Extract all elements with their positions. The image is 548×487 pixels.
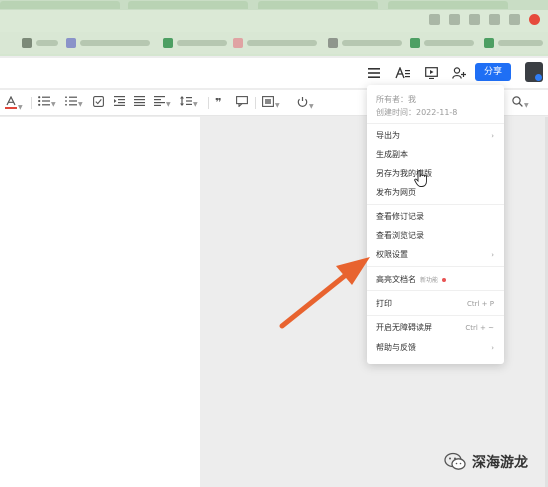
menu-item-label: 开启无障碍读屏 [376,323,432,332]
bookmark-icon[interactable] [22,38,32,48]
menu-divider [367,123,504,124]
address-bar-icons [429,14,540,25]
browser-tab[interactable] [258,1,378,9]
profile-icon[interactable] [529,14,540,25]
menu-item-label: 查看修订记录 [376,212,424,221]
menu-item-help-feedback[interactable]: 帮助与反馈 › [376,341,498,355]
menu-item-label: 高亮文档名 [376,275,416,284]
bookmark-icon[interactable] [233,38,243,48]
avatar[interactable] [525,62,543,82]
menu-item-publish-web[interactable]: 发布为网页 [376,186,498,200]
menu-item-print[interactable]: 打印 Ctrl + P [376,297,498,311]
menu-item-permissions[interactable]: 权限设置 › [376,248,498,262]
font-color-icon[interactable]: ▼ [5,95,23,112]
menu-icon[interactable] [365,64,383,82]
browser-tab[interactable] [388,1,508,9]
watermark: 深海游龙 [444,450,528,474]
menu-item-label: 导出为 [376,131,400,140]
owner-info: 所有者：我 [376,95,416,104]
toolbar-divider [208,97,209,109]
browser-tab[interactable] [128,1,248,9]
toolbar-divider [31,97,32,109]
menu-item-label: 打印 [376,299,392,308]
bookmark-item[interactable] [342,40,402,46]
line-spacing-icon[interactable]: ▼ [180,96,198,109]
toolbar-divider [255,97,256,109]
extension-icon[interactable] [509,14,520,25]
extension-icon[interactable] [449,14,460,25]
bookmark-icon[interactable] [484,38,494,48]
align-icon[interactable] [134,96,145,109]
document-more-menu: 所有者：我 创建时间：2022-11-8 导出为 › 生成副本 另存为我的模版 … [367,85,504,364]
search-icon[interactable]: ▼ [512,96,529,110]
chevron-right-icon: › [491,251,494,259]
add-user-icon[interactable] [450,64,468,82]
shortcut-hint: Ctrl + ~ [465,324,494,332]
wechat-icon [444,452,466,470]
insert-image-icon[interactable]: ▼ [262,96,280,110]
hand-cursor-icon [414,170,427,187]
bookmark-item[interactable] [424,40,474,46]
extension-icon[interactable] [489,14,500,25]
bookmark-item[interactable] [80,40,150,46]
browser-chrome [0,0,548,56]
menu-item-export[interactable]: 导出为 › [376,129,498,143]
attachment-icon[interactable]: ▼ [297,96,314,111]
menu-item-revision-history[interactable]: 查看修订记录 [376,210,498,224]
watermark-text: 深海游龙 [472,455,528,471]
bookmark-item[interactable] [177,40,227,46]
menu-item-label: 生成副本 [376,150,408,159]
comment-icon[interactable] [236,96,248,110]
present-icon[interactable] [422,64,440,82]
notification-dot [442,277,447,282]
checklist-icon[interactable] [93,96,104,110]
bookmark-icon[interactable] [163,38,173,48]
menu-item-make-copy[interactable]: 生成副本 [376,148,498,162]
chevron-right-icon: › [491,132,494,140]
address-bar[interactable] [0,10,548,32]
menu-divider [367,266,504,267]
bookmarks-bar [0,32,548,54]
menu-item-save-as-template[interactable]: 另存为我的模版 [376,167,498,181]
bookmark-item[interactable] [36,40,58,46]
menu-item-label: 帮助与反馈 [376,343,416,352]
share-button[interactable]: 分享 [475,63,511,81]
menu-divider [367,204,504,205]
indent-icon[interactable] [114,96,125,109]
document-page[interactable] [0,117,200,487]
browser-tab[interactable] [0,1,120,9]
new-feature-badge: 新功能 [420,277,439,284]
bookmark-icon[interactable] [410,38,420,48]
quote-icon[interactable]: ❞ [215,96,221,109]
text-style-icon[interactable] [394,64,412,82]
menu-item-label: 发布为网页 [376,188,416,197]
created-time: 创建时间：2022-11-8 [376,108,458,117]
document-header: 分享 [0,58,548,88]
numbered-list-icon[interactable]: ▼ [65,96,83,109]
bullet-list-icon[interactable]: ▼ [38,96,56,109]
menu-item-label: 权限设置 [376,250,408,259]
align-left-icon[interactable]: ▼ [154,96,171,109]
menu-item-highlight-title[interactable]: 高亮文档名 新功能 [376,273,498,287]
menu-item-screen-reader[interactable]: 开启无障碍读屏 Ctrl + ~ [376,321,498,335]
bookmark-icon[interactable] [66,38,76,48]
bookmark-icon[interactable] [328,38,338,48]
menu-item-label: 查看浏览记录 [376,231,424,240]
chevron-right-icon: › [491,344,494,352]
menu-divider [367,315,504,316]
extension-icon[interactable] [429,14,440,25]
browser-tabstrip [0,0,548,10]
shortcut-hint: Ctrl + P [467,300,494,308]
bookmark-item[interactable] [498,40,543,46]
menu-divider [367,290,504,291]
extension-icon[interactable] [469,14,480,25]
menu-item-view-history[interactable]: 查看浏览记录 [376,229,498,243]
bookmark-item[interactable] [247,40,317,46]
